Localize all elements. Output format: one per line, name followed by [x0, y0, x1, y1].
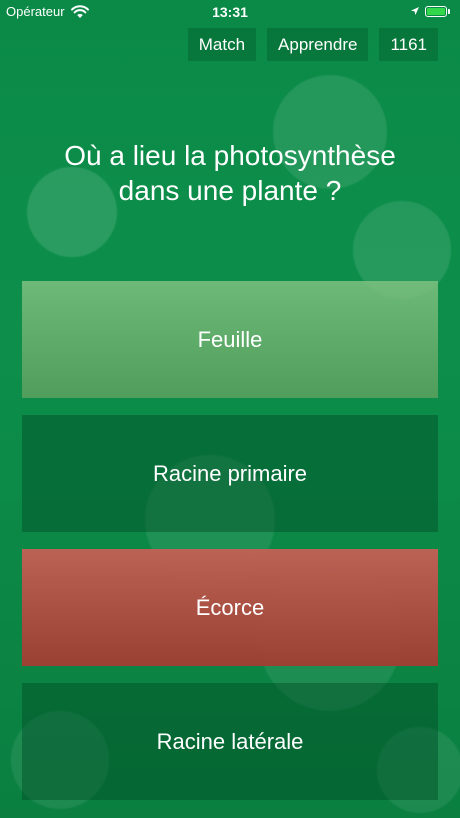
learn-button[interactable]: Apprendre: [267, 28, 369, 61]
question-line-2: dans une plante ?: [118, 175, 342, 206]
top-toolbar: Match Apprendre 1161: [187, 28, 438, 61]
answer-label: Racine primaire: [152, 460, 308, 486]
location-arrow-icon: [410, 4, 420, 19]
answer-list: Feuille Racine primaire Écorce Racine la…: [22, 281, 438, 817]
battery-level: [427, 8, 445, 15]
battery-tip: [448, 9, 450, 14]
question-text: Où a lieu la photosynthèse dans une plan…: [30, 138, 430, 208]
battery-icon: [425, 6, 447, 17]
status-bar: Opérateur 13:31: [0, 0, 460, 24]
score-badge: 1161: [379, 28, 438, 61]
answer-label: Racine latérale: [156, 728, 304, 754]
answer-option-feuille[interactable]: Feuille: [22, 281, 438, 398]
match-button[interactable]: Match: [187, 28, 257, 61]
answer-option-racine-primaire[interactable]: Racine primaire: [22, 415, 438, 532]
battery-indicator: [410, 4, 450, 19]
answer-label: Écorce: [195, 594, 265, 620]
question-line-1: Où a lieu la photosynthèse: [64, 140, 396, 171]
answer-option-ecorce[interactable]: Écorce: [22, 549, 438, 666]
answer-label: Feuille: [197, 326, 263, 352]
answer-option-racine-laterale[interactable]: Racine latérale: [22, 683, 438, 800]
clock: 13:31: [212, 4, 248, 20]
